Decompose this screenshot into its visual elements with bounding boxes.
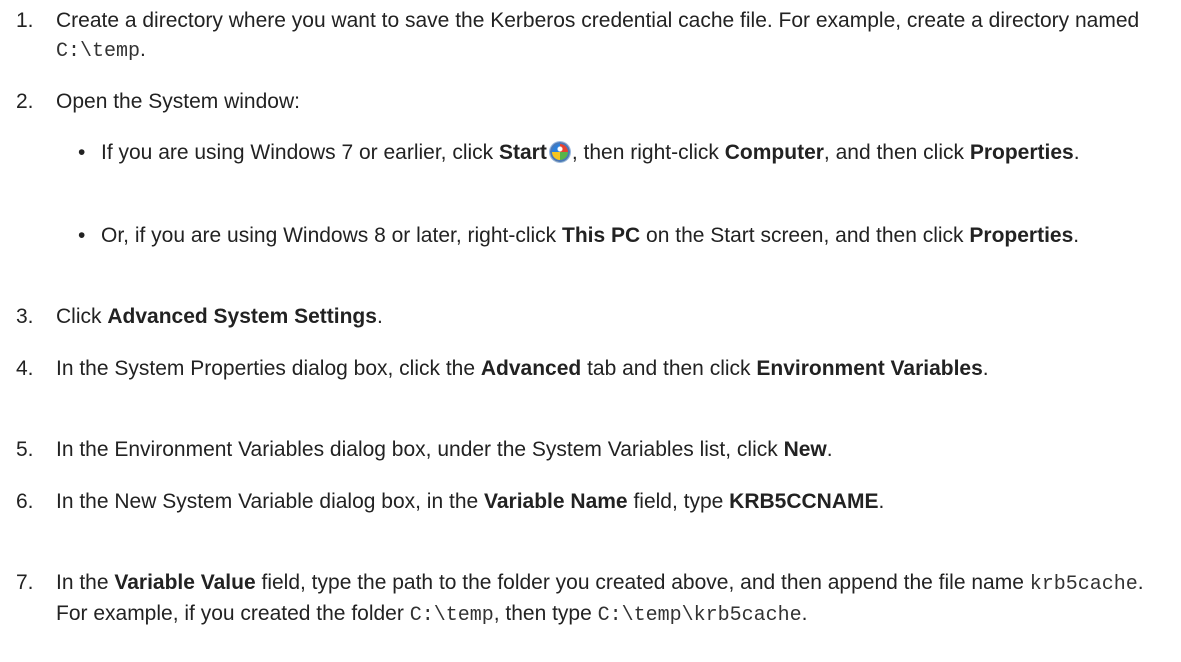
bullet-marker: • (78, 224, 86, 247)
step-number: 7. (16, 571, 34, 594)
code-filename: krb5cache (1029, 573, 1138, 596)
step-number: 6. (16, 490, 34, 513)
ui-term: New (783, 438, 827, 461)
ui-term: Variable Value (114, 571, 256, 594)
bullet-marker: • (78, 141, 86, 164)
code-path: C:\temp (56, 40, 141, 63)
ui-term: Variable Name (484, 490, 628, 513)
ui-term: This PC (562, 224, 641, 247)
windows-start-orb-icon (549, 142, 570, 162)
ui-term: Advanced (480, 357, 582, 380)
step-text: Create a directory where you want to sav… (56, 9, 1140, 63)
ui-term: Environment Variables (756, 357, 983, 380)
step-number: 2. (16, 90, 34, 113)
step-number: 4. (16, 357, 34, 380)
ui-term: Properties (969, 141, 1074, 164)
step-number: 3. (16, 305, 34, 328)
step-text: In the Environment Variables dialog box,… (56, 438, 833, 461)
step-text: In the Variable Value field, type the pa… (56, 571, 1144, 627)
step-number: 1. (16, 9, 34, 32)
ui-term: Start (499, 141, 547, 164)
code-path: C:\temp\krb5cache (597, 604, 802, 627)
bullet-text: Or, if you are using Windows 8 or later,… (101, 224, 1080, 247)
ui-term: Computer (724, 141, 824, 164)
step-number: 5. (16, 438, 34, 461)
code-path: C:\temp (409, 604, 494, 627)
ui-term: Properties (969, 224, 1074, 247)
bullet-text: If you are using Windows 7 or earlier, c… (101, 141, 1080, 164)
step-text: Open the System window: (56, 90, 300, 113)
ui-term: KRB5CCNAME (729, 490, 879, 513)
instructions-document: 1. Create a directory where you want to … (0, 0, 1181, 662)
step-text: Click Advanced System Settings. (56, 305, 383, 328)
step-text: In the System Properties dialog box, cli… (56, 357, 989, 380)
ui-term: Advanced System Settings (107, 305, 377, 328)
step-text: In the New System Variable dialog box, i… (56, 490, 885, 513)
